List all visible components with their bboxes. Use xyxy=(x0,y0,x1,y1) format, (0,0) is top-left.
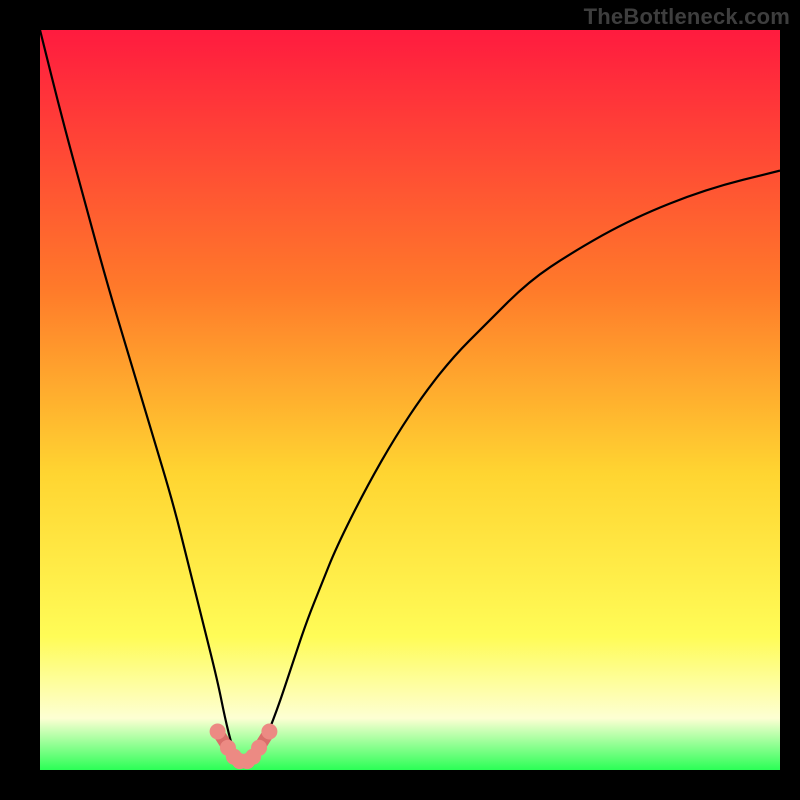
marker-dot xyxy=(251,740,267,756)
marker-dot xyxy=(261,724,277,740)
attribution-text: TheBottleneck.com xyxy=(584,4,790,30)
plot-area xyxy=(40,30,780,770)
marker-dot xyxy=(210,724,226,740)
chart-svg xyxy=(40,30,780,770)
chart-container: TheBottleneck.com xyxy=(0,0,800,800)
gradient-background xyxy=(40,30,780,770)
